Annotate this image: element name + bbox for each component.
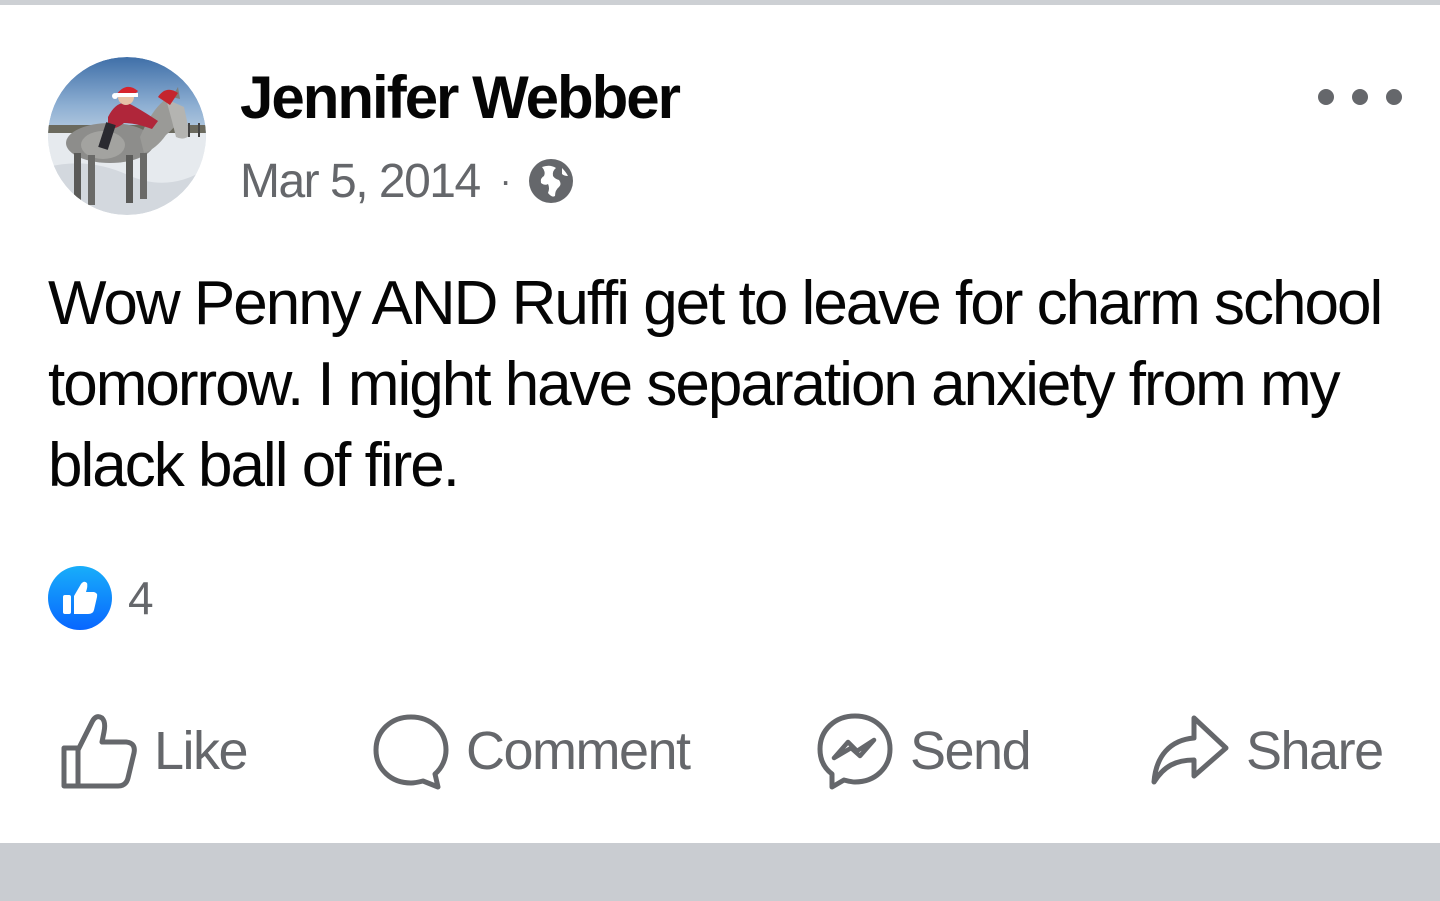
share-icon bbox=[1151, 715, 1229, 785]
like-button[interactable]: Like bbox=[60, 705, 249, 797]
author-avatar[interactable] bbox=[48, 57, 206, 215]
comment-icon bbox=[373, 714, 449, 790]
post-card: Jennifer Webber Mar 5, 2014 · Wow Penny … bbox=[0, 5, 1440, 843]
post-meta: Mar 5, 2014 · bbox=[240, 153, 574, 209]
more-dot-icon bbox=[1318, 89, 1334, 105]
share-label: Share bbox=[1246, 721, 1384, 781]
author-name[interactable]: Jennifer Webber bbox=[240, 63, 681, 132]
post-timestamp[interactable]: Mar 5, 2014 bbox=[240, 154, 481, 209]
post-text: Wow Penny AND Ruffi get to leave for cha… bbox=[48, 269, 1383, 500]
send-label: Send bbox=[910, 721, 1032, 781]
send-button[interactable]: Send bbox=[816, 705, 1032, 797]
reactions-summary[interactable]: 4 bbox=[48, 565, 154, 631]
more-options-button[interactable] bbox=[1318, 77, 1402, 117]
more-dot-icon bbox=[1386, 89, 1402, 105]
bottom-divider bbox=[0, 843, 1440, 901]
share-button[interactable]: Share bbox=[1150, 705, 1384, 797]
messenger-icon bbox=[817, 713, 893, 790]
reaction-count: 4 bbox=[128, 572, 154, 624]
like-label: Like bbox=[154, 721, 249, 781]
more-dot-icon bbox=[1352, 89, 1368, 105]
globe-icon[interactable] bbox=[528, 158, 574, 204]
comment-label: Comment bbox=[466, 721, 691, 781]
thumbs-up-icon bbox=[61, 714, 137, 789]
meta-separator: · bbox=[499, 160, 512, 201]
post-action-bar: Like Comment Send Share bbox=[0, 705, 1440, 797]
like-reaction-icon bbox=[48, 566, 112, 630]
comment-button[interactable]: Comment bbox=[372, 705, 691, 797]
